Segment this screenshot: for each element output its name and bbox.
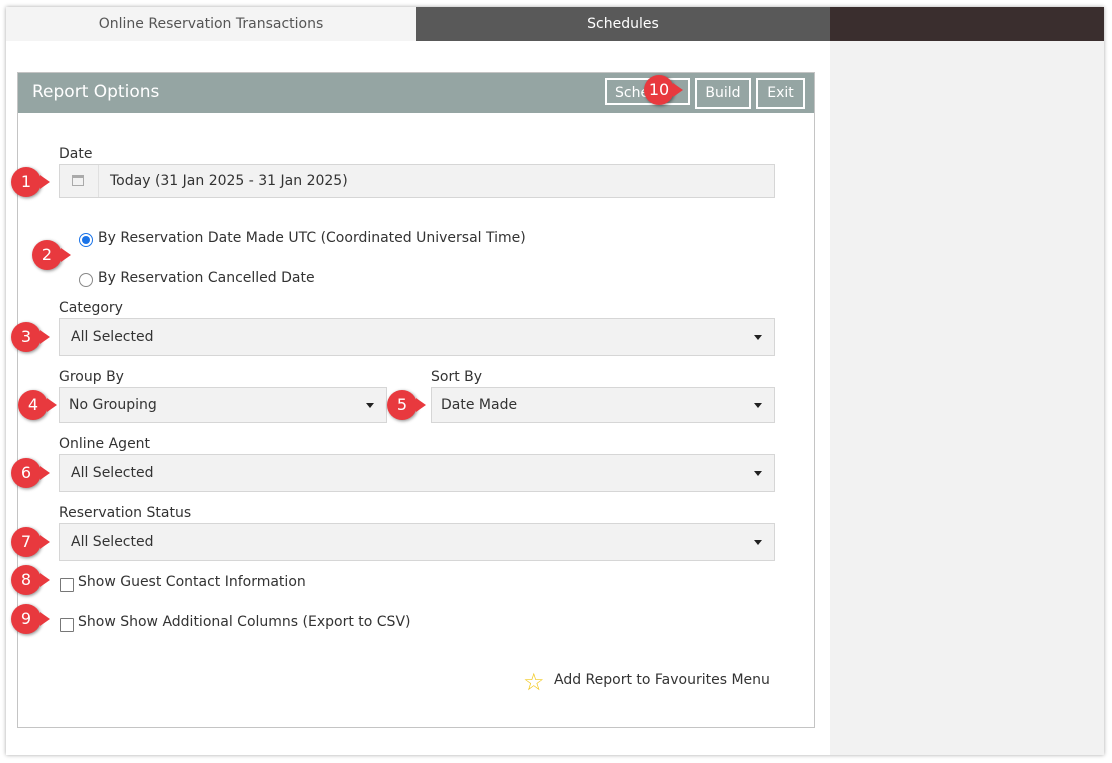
annotation-marker-5: 5: [387, 390, 426, 420]
show-guest-contact-label[interactable]: Show Guest Contact Information: [78, 574, 306, 590]
chevron-down-icon: [366, 403, 374, 408]
category-label: Category: [59, 300, 123, 316]
chevron-down-icon: [754, 403, 762, 408]
annotation-marker-3: 3: [11, 322, 50, 352]
annotation-marker-1: 1: [11, 167, 50, 197]
show-guest-contact-checkbox[interactable]: [60, 578, 74, 592]
tab-bar: Online Reservation Transactions Schedule…: [6, 7, 1104, 41]
reservation-status-label: Reservation Status: [59, 505, 192, 521]
panel-header: Report Options Sche Build Exit: [18, 73, 814, 113]
sort-by-value: Date Made: [441, 397, 518, 413]
sort-by-select[interactable]: Date Made: [431, 387, 775, 423]
group-by-select[interactable]: No Grouping: [59, 387, 387, 423]
show-additional-columns-label[interactable]: Show Show Additional Columns (Export to …: [78, 614, 411, 630]
category-select[interactable]: All Selected: [59, 318, 775, 356]
group-by-label: Group By: [59, 369, 124, 385]
sort-by-label: Sort By: [431, 369, 483, 385]
reservation-status-value: All Selected: [71, 534, 154, 550]
calendar-icon: [72, 175, 84, 186]
build-button[interactable]: Build: [695, 78, 751, 109]
online-agent-label: Online Agent: [59, 436, 151, 452]
annotation-marker-7: 7: [11, 527, 50, 557]
group-by-value: No Grouping: [69, 397, 157, 413]
online-agent-value: All Selected: [71, 465, 154, 481]
exit-button[interactable]: Exit: [756, 78, 805, 109]
date-range-value: Today (31 Jan 2025 - 31 Jan 2025): [110, 173, 348, 189]
category-value: All Selected: [71, 329, 154, 345]
app-frame: Online Reservation Transactions Schedule…: [6, 7, 1104, 755]
tab-online-reservation-transactions[interactable]: Online Reservation Transactions: [6, 7, 416, 41]
panel-title: Report Options: [32, 82, 160, 102]
right-side-panel: [830, 41, 1104, 755]
annotation-marker-10: 10: [644, 75, 683, 105]
chevron-down-icon: [754, 335, 762, 340]
radio-cancelled-date-label[interactable]: By Reservation Cancelled Date: [98, 270, 315, 286]
annotation-marker-8: 8: [11, 565, 50, 595]
show-additional-columns-checkbox[interactable]: [60, 618, 74, 632]
calendar-addon[interactable]: [60, 165, 99, 197]
tab-schedules[interactable]: Schedules: [416, 7, 830, 41]
annotation-marker-9: 9: [11, 604, 50, 634]
online-agent-select[interactable]: All Selected: [59, 454, 775, 492]
annotation-marker-4: 4: [18, 390, 57, 420]
annotation-marker-2: 2: [32, 240, 71, 270]
annotation-marker-6: 6: [11, 458, 50, 488]
star-icon[interactable]: ☆: [523, 669, 549, 695]
radio-cancelled-date[interactable]: [79, 273, 93, 287]
chevron-down-icon: [754, 471, 762, 476]
radio-date-made-utc[interactable]: [79, 233, 93, 247]
reservation-status-select[interactable]: All Selected: [59, 523, 775, 561]
radio-date-made-utc-label[interactable]: By Reservation Date Made UTC (Coordinate…: [98, 230, 526, 246]
tab-bar-filler: [830, 7, 1104, 41]
date-range-field[interactable]: Today (31 Jan 2025 - 31 Jan 2025): [59, 164, 775, 198]
chevron-down-icon: [754, 540, 762, 545]
date-label: Date: [59, 146, 93, 162]
add-to-favourites-link[interactable]: Add Report to Favourites Menu: [554, 672, 770, 688]
